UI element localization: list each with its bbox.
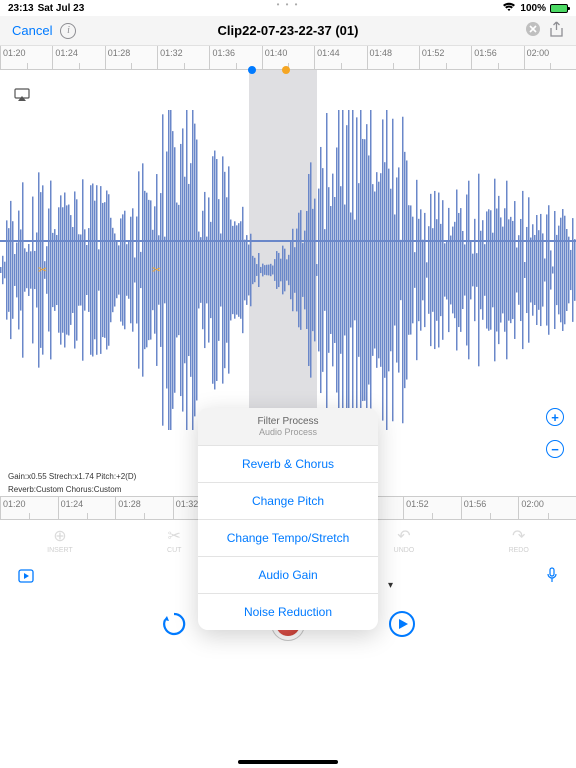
remove-button[interactable]: − xyxy=(546,440,564,458)
ruler-tick: 01:52 xyxy=(419,46,471,69)
undo-tool[interactable]: ↶ UNDO xyxy=(394,526,415,555)
tool-label: INSERT xyxy=(47,547,73,554)
play-button[interactable] xyxy=(385,607,419,641)
popup-item-tempo[interactable]: Change Tempo/Stretch xyxy=(198,519,378,556)
mic-icon[interactable] xyxy=(546,567,558,588)
insert-tool[interactable]: ⊕ INSERT xyxy=(47,526,73,555)
cut-icon: ✂ xyxy=(168,526,181,546)
redo-icon: ↷ xyxy=(512,526,525,546)
ruler-tick: 01:48 xyxy=(367,46,419,69)
waveform-display xyxy=(0,110,576,430)
page-title: Clip22-07-23-22-37 (01) xyxy=(218,23,359,38)
insert-icon: ⊕ xyxy=(53,526,66,546)
ruler-tick: 02:00 xyxy=(524,46,576,69)
share-icon[interactable] xyxy=(549,21,564,41)
battery-icon xyxy=(550,4,568,13)
ruler-tick: 01:28 xyxy=(115,497,173,519)
wifi-icon xyxy=(502,2,516,15)
popup-item-reverb[interactable]: Reverb & Chorus xyxy=(198,445,378,482)
ruler-tick: 01:20 xyxy=(0,497,58,519)
ruler-tick: 01:24 xyxy=(52,46,104,69)
cut-marker-icon[interactable]: ✂ xyxy=(38,264,47,277)
ruler-tick: 01:44 xyxy=(314,46,366,69)
ruler-tick: 01:56 xyxy=(471,46,523,69)
tool-label: CUT xyxy=(167,547,181,554)
popup-subtitle: Audio Process xyxy=(198,427,378,437)
ruler-tick: 01:52 xyxy=(403,497,461,519)
popup-item-pitch[interactable]: Change Pitch xyxy=(198,482,378,519)
tool-label: UNDO xyxy=(394,547,415,554)
ruler-tick: 01:56 xyxy=(461,497,519,519)
popup-item-noise[interactable]: Noise Reduction xyxy=(198,593,378,630)
filter-popup: Filter Process Audio Process Reverb & Ch… xyxy=(198,408,378,630)
battery-percent: 100% xyxy=(520,3,546,14)
ruler-tick: 01:20 xyxy=(0,46,52,69)
playhead-marker[interactable] xyxy=(282,66,290,74)
tool-label: REDO xyxy=(509,547,529,554)
rewind-button[interactable] xyxy=(157,607,191,641)
cut-tool[interactable]: ✂ CUT xyxy=(167,526,181,555)
popup-item-gain[interactable]: Audio Gain xyxy=(198,556,378,593)
ruler-tick: 02:00 xyxy=(518,497,576,519)
cut-marker-icon[interactable]: ✂ xyxy=(152,264,161,277)
info-icon[interactable]: i xyxy=(60,23,76,39)
redo-tool[interactable]: ↷ REDO xyxy=(509,526,529,555)
play-start-icon[interactable] xyxy=(18,569,34,586)
selection-start-handle[interactable] xyxy=(248,66,256,74)
undo-icon: ↶ xyxy=(397,526,410,546)
airplay-icon[interactable] xyxy=(14,88,30,106)
close-icon[interactable] xyxy=(525,21,541,41)
ruler-tick: 01:32 xyxy=(157,46,209,69)
ruler-tick: 01:28 xyxy=(105,46,157,69)
ruler-tick: 01:24 xyxy=(58,497,116,519)
status-time: 23:13 xyxy=(8,3,34,14)
home-indicator xyxy=(238,760,338,764)
nav-bar: Cancel i Clip22-07-23-22-37 (01) xyxy=(0,16,576,46)
popup-title: Filter Process xyxy=(198,416,378,427)
add-button[interactable]: + xyxy=(546,408,564,426)
status-date: Sat Jul 23 xyxy=(38,3,85,14)
cancel-button[interactable]: Cancel xyxy=(12,23,52,38)
caret-icon: ▾ xyxy=(388,580,393,591)
